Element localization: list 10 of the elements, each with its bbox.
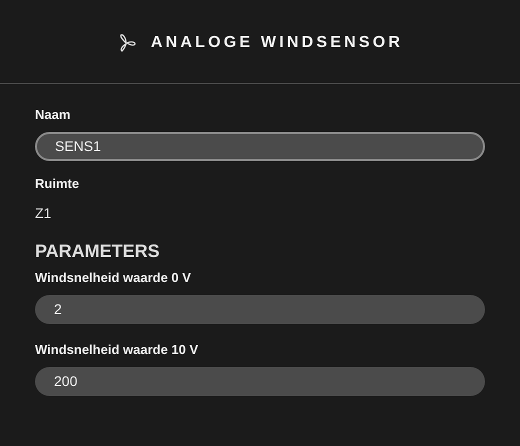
input-field[interactable]: SENS1 [35,132,485,161]
field-label: Naam [35,107,72,123]
field-label: Windsnelheid waarde 0 V [35,270,192,286]
field-label: Windsnelheid waarde 10 V [35,342,200,358]
page-title: ANALOGE WINDSENSOR [150,34,404,52]
field-value: Z1 [35,204,52,222]
input-field[interactable]: 200 [35,367,485,396]
input-field[interactable]: 2 [35,295,485,324]
field-label: Ruimte [35,176,80,192]
section-heading: PARAMETERS [35,240,161,262]
